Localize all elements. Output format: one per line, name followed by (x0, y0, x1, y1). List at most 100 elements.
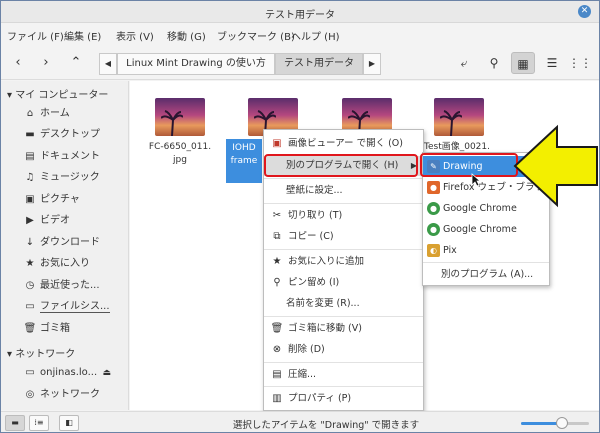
sidebar-item-desktop[interactable]: ▬ デスクトップ (23, 126, 123, 144)
video-icon: ▶ (26, 215, 34, 226)
sidebar-item-label: ホーム (40, 108, 70, 119)
menu-item-label: Google Chrome (443, 224, 517, 235)
file-thumbnail[interactable] (434, 98, 484, 136)
submenu-pix[interactable]: ◐ Pix (423, 240, 549, 261)
sidebar: ▾ マイ コンピューター ⌂ ホーム ▬ デスクトップ ▤ ドキュメント ♫ ミュージッ… (1, 81, 129, 410)
menu-add-favorite[interactable]: ★ お気に入りに追加 (264, 252, 423, 272)
sidebar-item-label: お気に入り (40, 258, 90, 269)
file-thumbnail[interactable] (155, 98, 205, 136)
search-icon[interactable]: ⚲ (482, 52, 506, 74)
image-viewer-icon: ▣ (272, 138, 282, 149)
breadcrumb-right-icon[interactable]: ▶ (363, 53, 381, 75)
menu-help[interactable]: ヘルプ (H) (291, 28, 340, 43)
delete-icon: ⊗ (272, 344, 282, 355)
menu-edit[interactable]: 編集 (E) (64, 28, 101, 43)
file-name-line: IOHD (232, 143, 256, 153)
eject-icon[interactable]: ⏏ (102, 364, 111, 382)
sidebar-item-pictures[interactable]: ▣ ピクチャ (23, 191, 123, 209)
sidebar-item-recent[interactable]: ◷ 最近使った... (23, 277, 123, 295)
breadcrumb-parent[interactable]: Linux Mint Drawing の使い方 (117, 53, 275, 75)
sidebar-item-favorites[interactable]: ★ お気に入り (23, 255, 123, 273)
close-icon[interactable]: ✕ (578, 5, 591, 18)
music-icon: ♫ (25, 172, 35, 183)
menu-bookmarks[interactable]: ブックマーク (B) (217, 28, 295, 43)
menu-move-trash[interactable]: 🗑 ゴミ箱に移動 (V) (264, 319, 423, 339)
archive-icon: ▤ (272, 369, 282, 380)
menu-separator (264, 178, 423, 179)
file-label-selected[interactable]: IOHD frame (226, 139, 262, 183)
properties-icon: ▥ (272, 393, 282, 404)
compact-view-icon[interactable]: ⋮⋮ (568, 52, 592, 74)
trash-icon: 🗑 (270, 323, 284, 334)
submenu-chrome-2[interactable]: ● Google Chrome (423, 219, 549, 240)
star-icon: ★ (25, 258, 35, 269)
list-view-icon[interactable]: ☰ (540, 52, 564, 74)
back-icon[interactable]: ‹ (7, 53, 29, 73)
sidebar-item-label: 最近使った... (40, 280, 100, 291)
zoom-slider[interactable] (521, 417, 589, 429)
menu-open-image-viewer[interactable]: ▣ 画像ビューアー で開く (O) (264, 134, 423, 154)
show-places-icon[interactable]: ▬ (5, 415, 25, 431)
sidebar-item-music[interactable]: ♫ ミュージック (23, 169, 123, 187)
submenu-other-program[interactable]: 別のプログラム (A)... (423, 264, 549, 285)
sidebar-item-network[interactable]: ◎ ネットワーク (23, 386, 123, 404)
zoom-slider-knob[interactable] (555, 417, 568, 429)
sidebar-item-nas[interactable]: ▭ onjinas.lo... ⏏ (23, 364, 123, 382)
trash-icon: 🗑 (23, 323, 37, 334)
menu-delete[interactable]: ⊗ 削除 (D) (264, 340, 423, 360)
sidebar-item-label: onjinas.lo... (40, 367, 98, 378)
filesystem-icon: ▭ (25, 301, 35, 312)
network-icon: ◎ (25, 389, 35, 400)
firefox-icon: ● (427, 181, 440, 194)
show-tree-icon[interactable]: ⁞≡ (29, 415, 49, 431)
file-name-line: frame (230, 156, 258, 166)
file-manager-window: テスト用データ ✕ ファイル (F) 編集 (E) 表示 (V) 移動 (G) … (0, 0, 600, 433)
annotation-arrow-icon (513, 124, 598, 208)
menu-pin[interactable]: ⚲ ピン留め (I) (264, 273, 423, 293)
menu-rename[interactable]: 名前を変更 (R)... (264, 294, 423, 314)
status-bar: ▬ ⁞≡ ◧ 選択したアイテムを "Drawing" で開きます (1, 411, 599, 432)
menu-properties[interactable]: ▥ プロパティ (P) (264, 389, 423, 409)
menu-cut[interactable]: ✂ 切り取り (T) (264, 206, 423, 226)
menu-item-label: 切り取り (T) (288, 210, 343, 221)
menu-compress[interactable]: ▤ 圧縮... (264, 365, 423, 385)
sidebar-item-label: ピクチャ (40, 194, 80, 205)
file-name-line: jpg (173, 155, 187, 165)
menu-item-label: Pix (443, 245, 457, 256)
menu-set-wallpaper[interactable]: 壁紙に設定... (264, 181, 423, 201)
sidebar-computer-header[interactable]: ▾ マイ コンピューター (7, 86, 108, 101)
up-icon[interactable]: ⌃ (65, 53, 87, 73)
palm-tree-icon (440, 110, 462, 136)
status-message: 選択したアイテムを "Drawing" で開きます (232, 420, 420, 431)
sidebar-network-header[interactable]: ▾ ネットワーク (7, 345, 75, 360)
icon-view-icon[interactable]: ▦ (511, 52, 535, 74)
hide-sidebar-icon[interactable]: ◧ (59, 415, 79, 431)
breadcrumb-current[interactable]: テスト用データ (275, 53, 363, 75)
menu-go[interactable]: 移動 (G) (167, 28, 206, 43)
sidebar-header-label: ネットワーク (15, 349, 76, 360)
menu-copy[interactable]: ⧉ コピー (C) (264, 227, 423, 247)
file-name-line: Test画像_0021. (424, 142, 490, 152)
menu-item-label: 壁紙に設定... (286, 185, 343, 196)
picture-icon: ▣ (25, 194, 35, 205)
file-label[interactable]: FC-6650_011. jpg (140, 141, 220, 167)
sidebar-item-documents[interactable]: ▤ ドキュメント (23, 148, 123, 166)
sidebar-item-videos[interactable]: ▶ ビデオ (23, 212, 123, 230)
chrome-icon: ● (427, 223, 440, 236)
sidebar-item-trash[interactable]: 🗑 ゴミ箱 (23, 320, 123, 338)
mouse-cursor-icon (471, 173, 481, 187)
menu-item-label: お気に入りに追加 (288, 256, 365, 267)
sidebar-item-downloads[interactable]: ↓ ダウンロード (23, 234, 123, 252)
open-terminal-icon[interactable]: ⤶ (452, 52, 476, 74)
sidebar-item-filesystem[interactable]: ▭ ファイルシス... (23, 298, 123, 316)
menu-file[interactable]: ファイル (F) (7, 28, 64, 43)
menu-item-label: 別のプログラム (A)... (441, 269, 534, 280)
menu-item-label: ピン留め (I) (288, 277, 340, 288)
menu-separator (423, 262, 549, 263)
window-title: テスト用データ (265, 10, 335, 21)
forward-icon[interactable]: › (35, 53, 57, 73)
breadcrumb-left-icon[interactable]: ◀ (99, 53, 117, 75)
sidebar-item-label: ネットワーク (40, 389, 100, 400)
menu-view[interactable]: 表示 (V) (116, 28, 154, 43)
sidebar-item-home[interactable]: ⌂ ホーム (23, 105, 123, 123)
